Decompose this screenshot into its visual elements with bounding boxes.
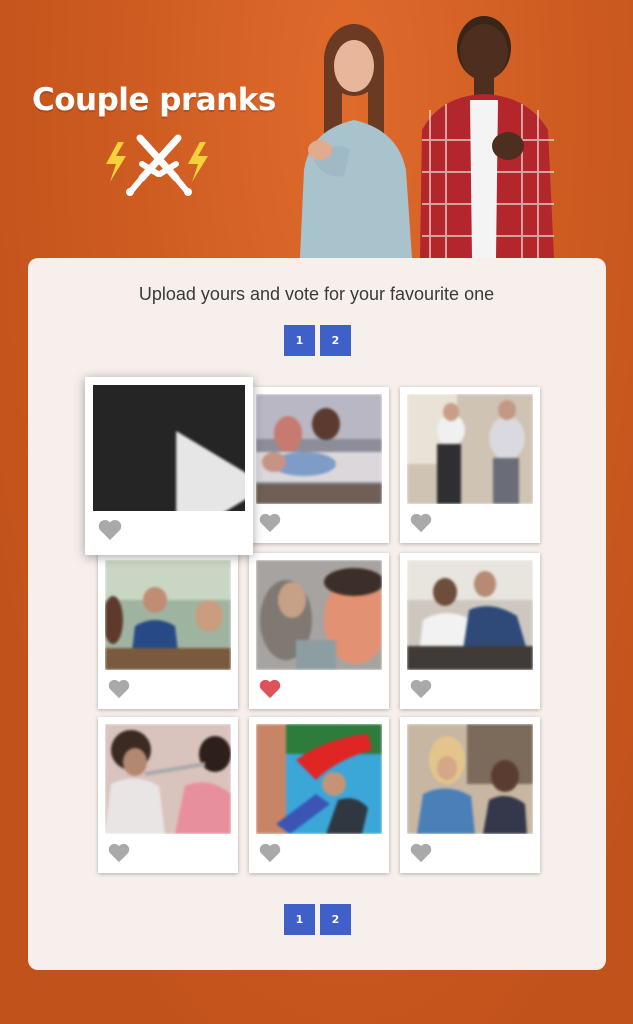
play-icon[interactable] [159, 431, 245, 511]
crossed-swords-icon [106, 134, 208, 196]
gallery-photo[interactable] [256, 560, 382, 670]
featured-video-item[interactable] [85, 377, 253, 555]
gallery-item[interactable] [249, 717, 389, 873]
like-heart-icon[interactable] [259, 843, 281, 863]
pagination-top: 1 2 [284, 325, 351, 356]
gallery-photo[interactable] [105, 724, 231, 834]
like-heart-icon[interactable] [410, 513, 432, 533]
video-thumbnail[interactable] [93, 385, 245, 511]
gallery-photo[interactable] [105, 560, 231, 670]
gallery-item[interactable] [400, 553, 540, 709]
like-heart-icon[interactable] [259, 513, 281, 533]
like-heart-icon[interactable] [410, 679, 432, 699]
page-title: Couple pranks [32, 82, 276, 118]
gallery-item[interactable] [249, 553, 389, 709]
page-2-button[interactable]: 2 [320, 904, 351, 935]
like-heart-icon[interactable] [98, 519, 122, 541]
gallery-photo[interactable] [407, 724, 533, 834]
page-2-button[interactable]: 2 [320, 325, 351, 356]
like-heart-icon[interactable] [108, 679, 130, 699]
hero-couple-image [300, 16, 554, 258]
page-1-button[interactable]: 1 [284, 904, 315, 935]
gallery-item[interactable] [98, 553, 238, 709]
like-heart-icon[interactable] [410, 843, 432, 863]
pagination-bottom: 1 2 [284, 904, 351, 935]
gallery-photo[interactable] [407, 394, 533, 504]
gallery-item[interactable] [400, 717, 540, 873]
gallery-item[interactable] [98, 717, 238, 873]
gallery-photo[interactable] [256, 394, 382, 504]
gallery-subtitle: Upload yours and vote for your favourite… [138, 284, 495, 304]
gallery-item[interactable] [249, 387, 389, 543]
like-heart-icon-liked[interactable] [259, 679, 281, 699]
gallery-photo[interactable] [256, 724, 382, 834]
gallery-item[interactable] [400, 387, 540, 543]
like-heart-icon[interactable] [108, 843, 130, 863]
gallery-photo[interactable] [407, 560, 533, 670]
page-1-button[interactable]: 1 [284, 325, 315, 356]
